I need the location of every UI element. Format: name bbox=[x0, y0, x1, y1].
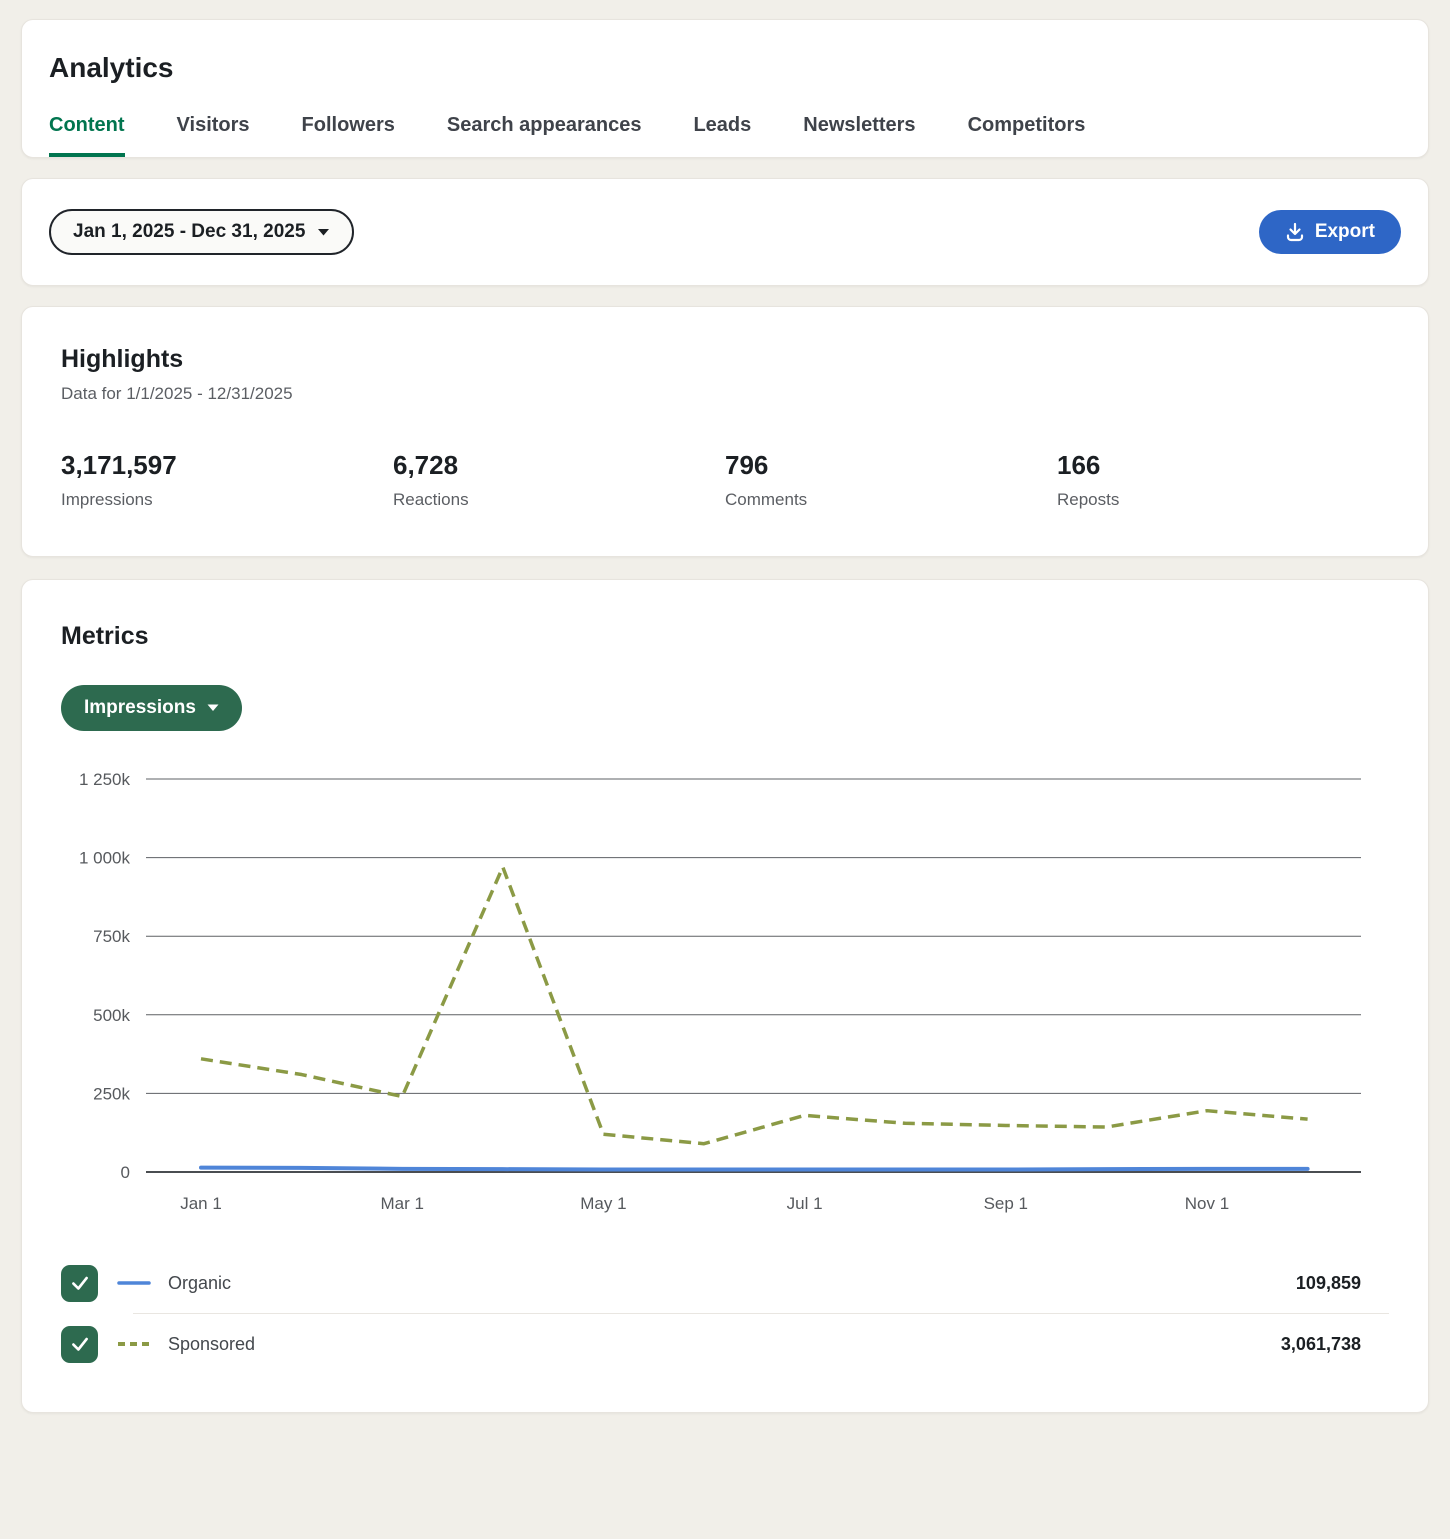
organic-checkbox[interactable] bbox=[61, 1265, 98, 1302]
tab-content[interactable]: Content bbox=[49, 114, 125, 157]
svg-text:Nov 1: Nov 1 bbox=[1185, 1194, 1229, 1213]
stat-label: Impressions bbox=[61, 490, 393, 510]
sponsored-line-sample-icon bbox=[117, 1338, 151, 1350]
date-range-picker[interactable]: Jan 1, 2025 - Dec 31, 2025 bbox=[49, 209, 354, 255]
stat-impressions: 3,171,597 Impressions bbox=[61, 450, 393, 510]
stat-label: Reactions bbox=[393, 490, 725, 510]
metrics-title: Metrics bbox=[61, 622, 1389, 651]
impressions-chart-container: 0 250k 500k 750k 1 000k 1 250k Jan 1 Mar 1 May 1… bbox=[61, 759, 1389, 1229]
metric-selector-label: Impressions bbox=[84, 697, 196, 719]
svg-text:Mar 1: Mar 1 bbox=[380, 1194, 423, 1213]
stat-label: Reposts bbox=[1057, 490, 1389, 510]
stat-reactions: 6,728 Reactions bbox=[393, 450, 725, 510]
download-icon bbox=[1285, 222, 1305, 242]
caret-down-icon bbox=[207, 704, 219, 712]
page-title: Analytics bbox=[22, 52, 1428, 84]
metrics-card: Metrics Impressions 0 250k 500k 750k 1 000k 1… bbox=[21, 579, 1429, 1413]
stat-label: Comments bbox=[725, 490, 1057, 510]
sponsored-checkbox[interactable] bbox=[61, 1326, 98, 1363]
highlights-title: Highlights bbox=[61, 345, 1389, 374]
svg-text:Jan 1: Jan 1 bbox=[180, 1194, 222, 1213]
highlights-subtitle: Data for 1/1/2025 - 12/31/2025 bbox=[61, 384, 1389, 404]
analytics-header-card: Analytics Content Visitors Followers Sea… bbox=[21, 19, 1429, 158]
tab-bar: Content Visitors Followers Search appear… bbox=[22, 114, 1428, 157]
caret-down-icon bbox=[317, 228, 330, 237]
stat-value: 6,728 bbox=[393, 450, 725, 481]
tab-competitors[interactable]: Competitors bbox=[968, 114, 1086, 157]
export-label: Export bbox=[1315, 221, 1375, 243]
tab-visitors[interactable]: Visitors bbox=[177, 114, 250, 157]
stat-value: 796 bbox=[725, 450, 1057, 481]
stat-value: 3,171,597 bbox=[61, 450, 393, 481]
svg-text:500k: 500k bbox=[93, 1006, 130, 1025]
legend-value-sponsored: 3,061,738 bbox=[1281, 1334, 1389, 1355]
tab-newsletters[interactable]: Newsletters bbox=[803, 114, 915, 157]
organic-line-sample-icon bbox=[117, 1277, 151, 1289]
metric-selector-dropdown[interactable]: Impressions bbox=[61, 685, 242, 731]
check-icon bbox=[69, 1333, 91, 1355]
chart-legend: Organic 109,859 Sponsored 3,061,738 bbox=[61, 1253, 1389, 1374]
date-range-label: Jan 1, 2025 - Dec 31, 2025 bbox=[73, 221, 305, 243]
impressions-line-chart: 0 250k 500k 750k 1 000k 1 250k Jan 1 Mar 1 May 1… bbox=[61, 759, 1389, 1224]
legend-row-sponsored: Sponsored 3,061,738 bbox=[61, 1314, 1389, 1374]
highlights-card: Highlights Data for 1/1/2025 - 12/31/202… bbox=[21, 306, 1429, 557]
stat-reposts: 166 Reposts bbox=[1057, 450, 1389, 510]
tab-search-appearances[interactable]: Search appearances bbox=[447, 114, 642, 157]
export-button[interactable]: Export bbox=[1259, 210, 1401, 254]
svg-text:0: 0 bbox=[121, 1163, 130, 1182]
tab-leads[interactable]: Leads bbox=[693, 114, 751, 157]
svg-text:1 250k: 1 250k bbox=[79, 770, 131, 789]
tab-followers[interactable]: Followers bbox=[302, 114, 395, 157]
legend-label-sponsored: Sponsored bbox=[168, 1334, 255, 1355]
svg-text:250k: 250k bbox=[93, 1084, 130, 1103]
svg-text:May 1: May 1 bbox=[580, 1194, 626, 1213]
stat-comments: 796 Comments bbox=[725, 450, 1057, 510]
svg-text:750k: 750k bbox=[93, 927, 130, 946]
legend-label-organic: Organic bbox=[168, 1273, 231, 1294]
legend-row-organic: Organic 109,859 bbox=[61, 1253, 1389, 1313]
svg-text:Jul 1: Jul 1 bbox=[787, 1194, 823, 1213]
toolbar-card: Jan 1, 2025 - Dec 31, 2025 Export bbox=[21, 178, 1429, 286]
highlights-stats: 3,171,597 Impressions 6,728 Reactions 79… bbox=[61, 450, 1389, 510]
check-icon bbox=[69, 1272, 91, 1294]
svg-text:1 000k: 1 000k bbox=[79, 849, 131, 868]
legend-value-organic: 109,859 bbox=[1296, 1273, 1389, 1294]
stat-value: 166 bbox=[1057, 450, 1389, 481]
svg-text:Sep 1: Sep 1 bbox=[984, 1194, 1028, 1213]
